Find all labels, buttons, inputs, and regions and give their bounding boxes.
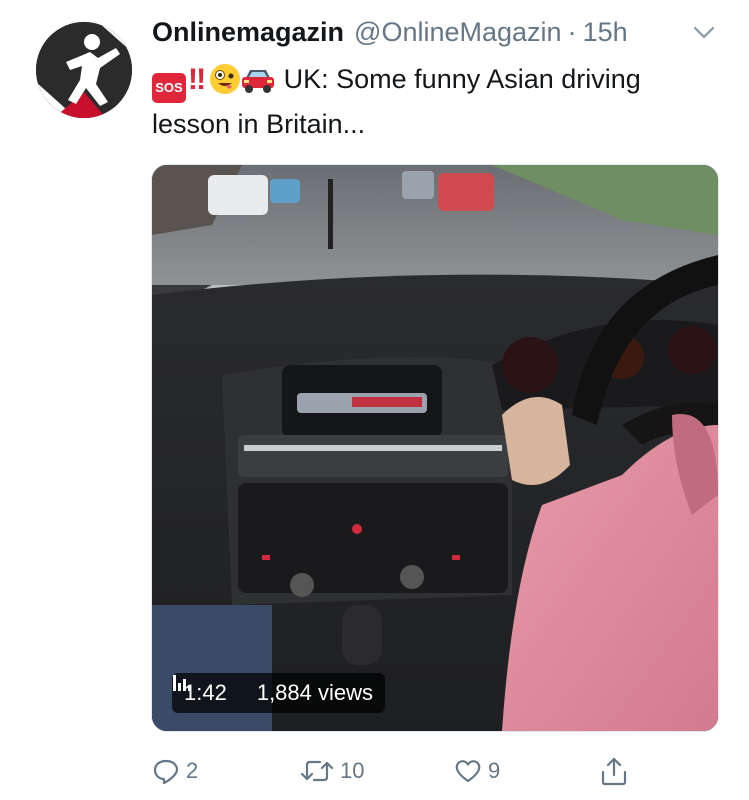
like-button[interactable]: 9	[454, 752, 500, 790]
share-button[interactable]	[600, 752, 628, 790]
reply-button[interactable]: 2	[152, 752, 198, 790]
separator-dot: ·	[567, 16, 577, 47]
reply-count: 2	[186, 758, 199, 783]
heart-icon	[454, 757, 482, 785]
double-exclamation-emoji: ‼	[188, 63, 207, 96]
video-player[interactable]: 1:42 1,884 views	[151, 164, 719, 732]
timestamp[interactable]: 15h	[583, 17, 628, 48]
video-thumbnail	[152, 165, 718, 731]
video-stats-badge: 1:42 1,884 views	[172, 673, 386, 713]
retweet-count: 10	[340, 758, 365, 783]
share-icon	[600, 756, 628, 786]
retweet-icon	[300, 757, 334, 785]
zany-face-emoji	[210, 64, 241, 94]
video-views: 1,884 views	[256, 680, 374, 705]
like-count: 9	[488, 758, 501, 783]
avatar[interactable]	[36, 22, 132, 118]
onlinemagazin-logo-icon	[36, 22, 132, 118]
tweet-text: SOS ‼ UK: Some funny Asian driving lesson…	[152, 58, 712, 145]
chevron-down-icon[interactable]	[689, 18, 719, 48]
display-name[interactable]: Onlinemagazin	[152, 17, 344, 48]
retweet-button[interactable]: 10	[300, 752, 364, 790]
user-handle[interactable]: @OnlineMagazin	[354, 17, 562, 48]
tweet-header: Onlinemagazin @OnlineMagazin · 15h	[152, 12, 729, 52]
car-emoji	[240, 64, 276, 94]
sos-emoji: SOS	[152, 73, 186, 103]
tweet-actions: 2 10 9	[152, 752, 652, 790]
reply-icon	[152, 757, 180, 785]
